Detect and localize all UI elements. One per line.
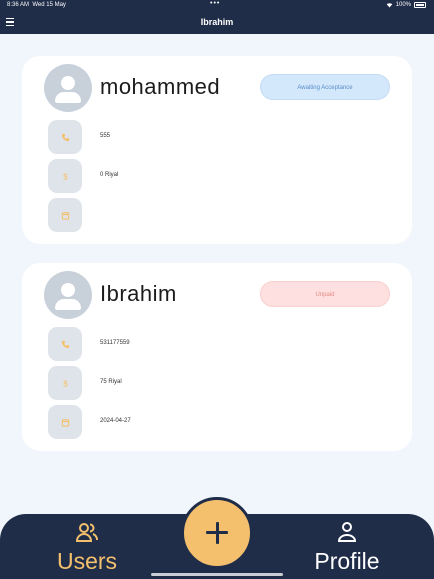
avatar	[44, 271, 92, 319]
user-name: Ibrahim	[100, 281, 177, 306]
users-icon	[75, 523, 98, 542]
amount-value: 0 Riyal	[100, 172, 119, 178]
tab-users[interactable]: Users	[27, 514, 147, 579]
status-badge: Unpaid	[260, 281, 390, 307]
dollar-icon: $	[48, 159, 82, 193]
tab-profile[interactable]: Profile	[287, 514, 407, 579]
user-card[interactable]: mohammed Awaiting Acceptance 555 $ 0 Riy…	[22, 56, 412, 244]
calendar-icon	[48, 405, 82, 439]
status-right: 100%	[386, 2, 426, 8]
svg-text:$: $	[63, 172, 68, 180]
svg-text:$: $	[63, 379, 68, 387]
user-name: mohammed	[100, 74, 221, 99]
phone-value: 555	[100, 133, 111, 139]
date-row	[48, 198, 388, 232]
wifi-icon	[386, 3, 392, 8]
nav-bar: Ibrahim	[0, 12, 434, 34]
add-button[interactable]	[181, 497, 253, 569]
amount-value: 75 Riyal	[100, 379, 122, 385]
battery-icon	[414, 2, 426, 8]
status-time: 8:36 AM Wed 15 May	[7, 2, 66, 8]
user-card[interactable]: Ibrahim Unpaid 531177559 $ 75 Riyal 2024…	[22, 263, 412, 451]
phone-row: 531177559	[48, 327, 388, 361]
amount-row: $ 0 Riyal	[48, 159, 388, 193]
profile-icon	[337, 522, 357, 542]
phone-icon	[48, 327, 82, 361]
date-value: 2024-04-27	[100, 418, 131, 424]
phone-icon	[48, 120, 82, 154]
page-title: Ibrahim	[200, 17, 234, 27]
date-row: 2024-04-27	[48, 405, 388, 439]
battery-percent: 100%	[395, 2, 411, 8]
phone-row: 555	[48, 120, 388, 154]
tab-profile-label: Profile	[314, 548, 380, 574]
tab-users-label: Users	[56, 548, 118, 574]
dollar-icon: $	[48, 366, 82, 400]
calendar-icon	[48, 198, 82, 232]
multitask-dots: •••	[210, 0, 221, 7]
avatar	[44, 64, 92, 112]
phone-value: 531177559	[100, 340, 130, 346]
status-badge: Awaiting Acceptance	[260, 74, 390, 100]
amount-row: $ 75 Riyal	[48, 366, 388, 400]
home-indicator	[151, 573, 283, 576]
status-bar: 8:36 AM Wed 15 May ••• 100%	[0, 0, 434, 12]
